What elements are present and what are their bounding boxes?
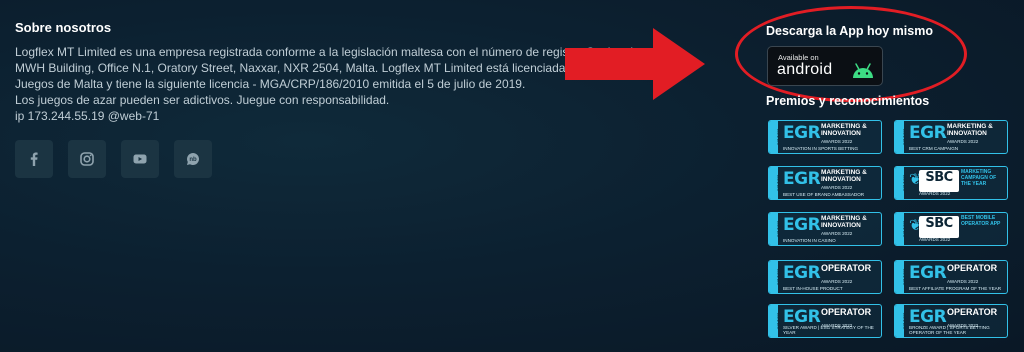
award-year: AWARDS 2022: [821, 139, 853, 144]
award-badge: WINNER EGR MARKETING & INNOVATION AWARDS 20…: [768, 166, 882, 200]
instagram-button[interactable]: [68, 140, 106, 178]
award-badge: WINNER EGR MARKETING & INNOVATION AWARDS 20…: [894, 120, 1008, 154]
award-title: BEST CRM CAMPAIGN: [909, 146, 959, 151]
nb-button[interactable]: nb: [174, 140, 212, 178]
award-category: MARKETING & INNOVATION: [821, 215, 867, 229]
award-logo: EGR: [783, 123, 821, 143]
award-badge: WINNER EGR OPERATOR AWARDS 2022 SILVER AWARD…: [768, 304, 882, 338]
award-strip-label: WINNER: [901, 174, 907, 192]
award-strip: WINNER: [895, 121, 907, 153]
facebook-button[interactable]: [15, 140, 53, 178]
award-strip: WINNER: [895, 261, 907, 293]
award-badge: WINNER EGR OPERATOR AWARDS 2022 BEST AFFILIA…: [894, 260, 1008, 294]
award-badge: WINNER EGR OPERATOR AWARDS 2022 BEST IN-HOUS…: [768, 260, 882, 294]
award-year: AWARDS 2022: [919, 237, 951, 242]
award-title: SILVER AWARD | ESG STRATEGY OF THE YEAR: [783, 325, 874, 335]
award-logo: SBC: [919, 170, 959, 192]
award-strip: WINNER: [769, 121, 781, 153]
award-year: AWARDS 2022: [919, 191, 951, 196]
award-category: OPERATOR: [821, 307, 872, 317]
award-title: BEST IN-HOUSE PRODUCT: [783, 286, 843, 291]
award-title: INNOVATION IN SPORTS BETTING: [783, 146, 859, 151]
award-year: AWARDS 2022: [821, 231, 853, 236]
award-badge: WINNER ❦ SBC MARKETING CAMPAIGN OF THE YEAR…: [894, 166, 1008, 200]
award-logo: EGR: [909, 307, 947, 327]
award-strip-label: WINNER: [901, 128, 907, 146]
red-arrow-annotation: [565, 28, 705, 100]
award-strip-label: WINNER: [901, 312, 907, 330]
award-logo: EGR: [909, 123, 947, 143]
award-logo: EGR: [783, 307, 821, 327]
nb-icon: nb: [187, 153, 199, 166]
award-badge: WINNER EGR OPERATOR AWARDS 2022 BRONZE AWARD…: [894, 304, 1008, 338]
award-year: AWARDS 2022: [821, 185, 853, 190]
award-category: MARKETING & INNOVATION: [947, 123, 993, 137]
youtube-button[interactable]: [121, 140, 159, 178]
youtube-icon: [133, 154, 147, 164]
award-logo: EGR: [783, 169, 821, 189]
award-category: MARKETING & INNOVATION: [821, 123, 867, 137]
award-title: BEST AFFILIATE PROGRAM OF THE YEAR: [909, 286, 1002, 291]
about-line-5: ip 173.244.55.19 @web-71: [15, 109, 160, 123]
award-strip-label: WINNER: [901, 220, 907, 238]
award-category: OPERATOR: [947, 307, 998, 317]
award-category: MARKETING CAMPAIGN OF THE YEAR: [961, 169, 997, 187]
award-badge: WINNER ❦ SBC BEST MOBILE OPERATOR APP AWARDS…: [894, 212, 1008, 246]
award-strip: WINNER: [769, 167, 781, 199]
award-strip-label: WINNER: [775, 128, 781, 146]
award-strip-label: WINNER: [775, 312, 781, 330]
award-strip: WINNER: [895, 305, 907, 337]
award-category: OPERATOR: [821, 263, 872, 273]
facebook-icon: [30, 152, 38, 166]
award-strip: WINNER: [769, 261, 781, 293]
award-badge: WINNER EGR MARKETING & INNOVATION AWARDS 20…: [768, 120, 882, 154]
award-logo: EGR: [783, 215, 821, 235]
awards-title: Premios y reconocimientos: [766, 94, 930, 108]
award-category: OPERATOR: [947, 263, 998, 273]
award-strip: WINNER: [895, 167, 907, 199]
award-logo: EGR: [909, 263, 947, 283]
award-logo: SBC: [919, 216, 959, 238]
award-title: INNOVATION IN CASINO: [783, 238, 836, 243]
award-strip-label: WINNER: [901, 268, 907, 286]
award-year: AWARDS 2022: [947, 139, 979, 144]
red-circle-annotation: [735, 6, 967, 102]
award-strip: WINNER: [769, 305, 781, 337]
award-strip-label: WINNER: [775, 174, 781, 192]
award-category: BEST MOBILE OPERATOR APP: [961, 215, 1001, 227]
award-strip: WINNER: [769, 213, 781, 245]
award-badge: WINNER EGR MARKETING & INNOVATION AWARDS 20…: [768, 212, 882, 246]
svg-text:nb: nb: [189, 157, 197, 163]
award-year: AWARDS 2022: [947, 279, 979, 284]
award-strip-label: WINNER: [775, 220, 781, 238]
instagram-icon: [80, 152, 94, 166]
social-links: nb: [15, 140, 212, 178]
award-year: AWARDS 2022: [821, 279, 853, 284]
award-title: BRONZE AWARD | SPORTS BETTING OPERATOR O…: [909, 325, 990, 335]
award-logo: EGR: [783, 263, 821, 283]
award-title: BEST USE OF BRAND AMBASSADOR: [783, 192, 865, 197]
award-category: MARKETING & INNOVATION: [821, 169, 867, 183]
award-strip-label: WINNER: [775, 268, 781, 286]
award-strip: WINNER: [895, 213, 907, 245]
